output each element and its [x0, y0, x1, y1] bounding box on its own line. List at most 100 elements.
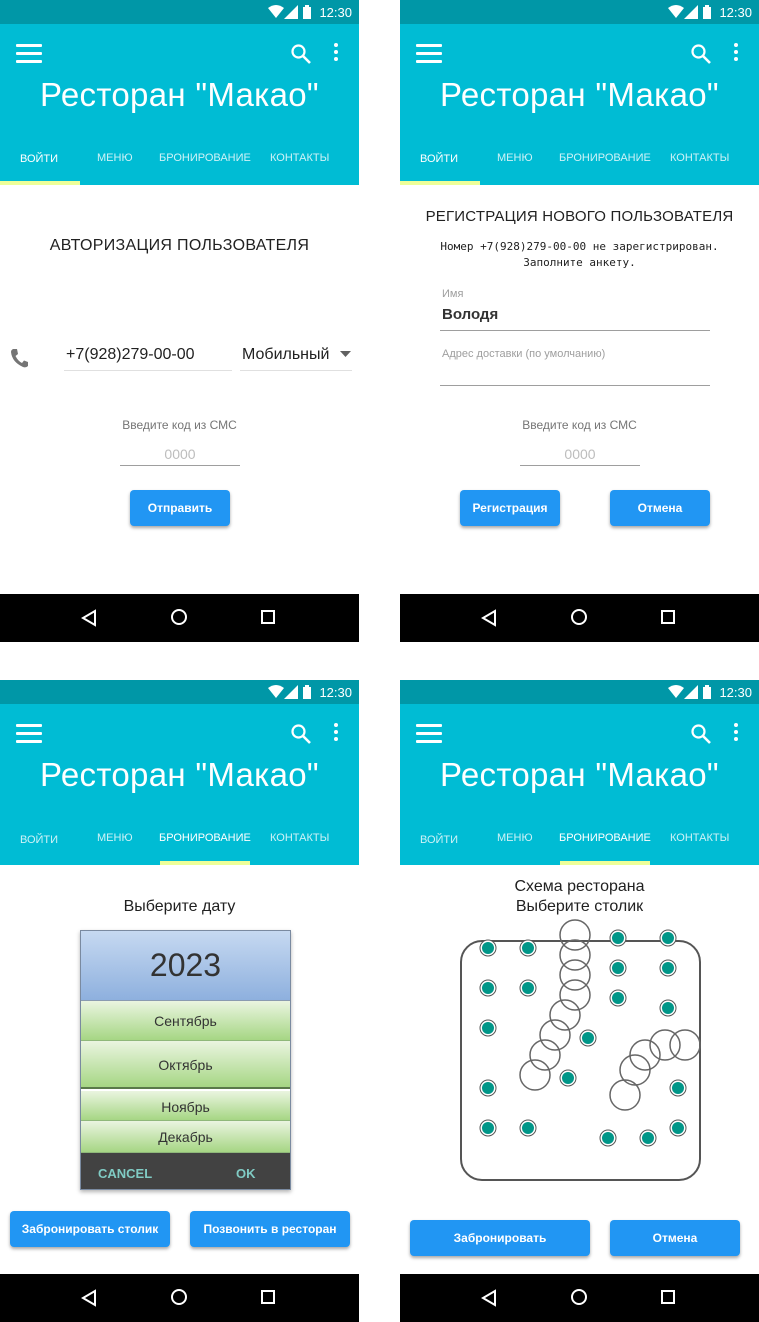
tab-contacts[interactable]: КОНТАКТЫ: [270, 152, 329, 164]
restaurant-table[interactable]: [479, 939, 497, 957]
restaurant-table[interactable]: [519, 939, 537, 957]
month-item[interactable]: Декабрь: [81, 1121, 290, 1153]
back-icon[interactable]: [480, 1289, 498, 1307]
restaurant-table[interactable]: [479, 1079, 497, 1097]
tab-booking[interactable]: БРОНИРОВАНИЕ: [159, 832, 251, 844]
restaurant-table[interactable]: [559, 1069, 577, 1087]
more-vert-icon[interactable]: [330, 43, 342, 65]
picker-ok-button[interactable]: OK: [236, 1166, 256, 1181]
status-time: 12:30: [719, 5, 752, 20]
register-button[interactable]: Регистрация: [460, 490, 560, 526]
signal-icon: [284, 5, 298, 19]
restaurant-table[interactable]: [609, 929, 627, 947]
tab-contacts[interactable]: КОНТАКТЫ: [670, 152, 729, 164]
recents-icon[interactable]: [661, 1290, 675, 1304]
tab-menu[interactable]: МЕНЮ: [97, 152, 133, 164]
phone-input[interactable]: +7(928)279-00-00: [66, 346, 195, 364]
tab-menu[interactable]: МЕНЮ: [97, 832, 133, 844]
sms-underline: [120, 465, 240, 466]
name-field[interactable]: Володя: [442, 306, 498, 323]
back-icon[interactable]: [480, 609, 498, 627]
restaurant-table[interactable]: [609, 989, 627, 1007]
signal-icon: [284, 685, 298, 699]
search-icon[interactable]: [290, 723, 312, 745]
recents-icon[interactable]: [261, 1290, 275, 1304]
decor-circle: [559, 919, 591, 951]
menu-icon[interactable]: [16, 44, 42, 63]
back-icon[interactable]: [80, 609, 98, 627]
restaurant-table[interactable]: [609, 959, 627, 977]
restaurant-table[interactable]: [519, 1119, 537, 1137]
restaurant-table[interactable]: [519, 979, 537, 997]
tab-menu[interactable]: МЕНЮ: [497, 152, 533, 164]
tab-login[interactable]: ВОЙТИ: [20, 834, 58, 846]
restaurant-table[interactable]: [659, 999, 677, 1017]
phone-type-underline: [240, 370, 352, 371]
login-screen: 12:30 Ресторан "Макао" ВОЙТИ МЕНЮ БРОНИР…: [0, 0, 359, 642]
dropdown-arrow-icon[interactable]: [340, 351, 351, 357]
home-icon[interactable]: [171, 609, 187, 625]
decor-circle: [559, 939, 591, 971]
wifi-icon: [668, 5, 684, 18]
status-time: 12:30: [319, 5, 352, 20]
name-field-label: Имя: [442, 288, 464, 300]
year-value[interactable]: 2023: [81, 931, 290, 1001]
phone-type-select[interactable]: Мобильный: [242, 346, 329, 364]
restaurant-table[interactable]: [639, 1129, 657, 1147]
back-icon[interactable]: [80, 1289, 98, 1307]
tab-contacts[interactable]: КОНТАКТЫ: [270, 832, 329, 844]
app-bar: Ресторан "Макао" ВОЙТИ МЕНЮ БРОНИРОВАНИЕ…: [0, 704, 359, 865]
decor-circle: [559, 959, 591, 991]
restaurant-table[interactable]: [599, 1129, 617, 1147]
more-vert-icon[interactable]: [330, 723, 342, 745]
tab-booking[interactable]: БРОНИРОВАНИЕ: [159, 152, 251, 164]
decor-circle: [609, 1079, 641, 1111]
home-icon[interactable]: [571, 609, 587, 625]
address-field[interactable]: Адрес доставки (по умолчанию): [442, 348, 605, 360]
tab-login[interactable]: ВОЙТИ: [20, 153, 58, 165]
picker-actions: CANCEL OK: [81, 1153, 290, 1189]
call-restaurant-button[interactable]: Позвонить в ресторан: [190, 1211, 350, 1247]
home-icon[interactable]: [571, 1289, 587, 1305]
sms-underline: [520, 465, 640, 466]
status-bar: 12:30: [0, 680, 359, 704]
more-vert-icon[interactable]: [730, 43, 742, 65]
sms-code-input[interactable]: 0000: [120, 446, 240, 462]
restaurant-table[interactable]: [669, 1119, 687, 1137]
battery-icon: [303, 5, 311, 19]
tab-login[interactable]: ВОЙТИ: [420, 153, 458, 165]
cancel-button[interactable]: Отмена: [610, 1220, 740, 1256]
book-table-button[interactable]: Забронировать столик: [10, 1211, 170, 1247]
phone-input-underline: [64, 370, 232, 371]
decor-circle: [669, 1029, 701, 1061]
nav-bar: [0, 594, 359, 642]
search-icon[interactable]: [290, 43, 312, 65]
restaurant-table[interactable]: [659, 959, 677, 977]
tab-booking[interactable]: БРОНИРОВАНИЕ: [559, 152, 651, 164]
app-bar: Ресторан "Макао" ВОЙТИ МЕНЮ БРОНИРОВАНИЕ…: [0, 24, 359, 185]
restaurant-table[interactable]: [479, 1019, 497, 1037]
address-underline: [440, 385, 710, 386]
picker-cancel-button[interactable]: CANCEL: [98, 1166, 152, 1181]
restaurant-table[interactable]: [579, 1029, 597, 1047]
signal-icon: [684, 5, 698, 19]
month-item[interactable]: Сентябрь: [81, 1001, 290, 1041]
sms-code-input[interactable]: 0000: [520, 446, 640, 462]
restaurant-table[interactable]: [479, 1119, 497, 1137]
menu-icon[interactable]: [416, 44, 442, 63]
cancel-button[interactable]: Отмена: [610, 490, 710, 526]
login-heading: АВТОРИЗАЦИЯ ПОЛЬЗОВАТЕЛЯ: [49, 237, 310, 254]
restaurant-table[interactable]: [659, 929, 677, 947]
search-icon[interactable]: [690, 43, 712, 65]
recents-icon[interactable]: [661, 610, 675, 624]
restaurant-table[interactable]: [479, 979, 497, 997]
home-icon[interactable]: [171, 1289, 187, 1305]
menu-icon[interactable]: [16, 724, 42, 743]
month-item[interactable]: Ноябрь: [81, 1091, 290, 1121]
tab-indicator: [160, 861, 250, 865]
month-item-selected[interactable]: Октябрь: [81, 1041, 290, 1089]
recents-icon[interactable]: [261, 610, 275, 624]
book-button[interactable]: Забронировать: [410, 1220, 590, 1256]
submit-button[interactable]: Отправить: [130, 490, 230, 526]
restaurant-table[interactable]: [669, 1079, 687, 1097]
